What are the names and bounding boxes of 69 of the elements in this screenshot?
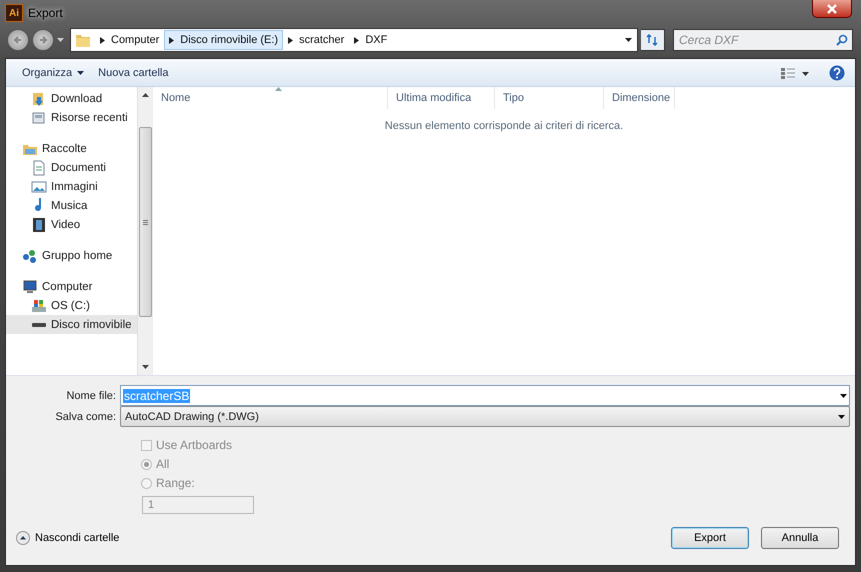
caret-icon bbox=[624, 38, 632, 42]
refresh-icon bbox=[646, 34, 660, 46]
homegroup-icon bbox=[22, 248, 38, 264]
field-label: Nome file: bbox=[65, 390, 116, 402]
sidebar-item[interactable]: Raccolte bbox=[6, 139, 137, 158]
search-field[interactable]: Cerca DXF bbox=[673, 29, 853, 51]
sidebar-item[interactable]: Video bbox=[6, 215, 137, 234]
chevron-icon bbox=[100, 36, 105, 44]
sidebar-item[interactable]: Disco rimovibile bbox=[6, 315, 137, 334]
empty-message: Nessun elemento corrisponde ai criteri di ricerca. bbox=[384, 120, 624, 132]
collapse-icon bbox=[16, 531, 30, 545]
app-icon: Ai bbox=[5, 4, 23, 22]
image-icon bbox=[31, 178, 47, 194]
caret-icon bbox=[838, 414, 845, 418]
recent-icon bbox=[31, 110, 47, 126]
column-header[interactable]: Tipo bbox=[495, 87, 604, 109]
column-header[interactable]: Dimensione bbox=[604, 87, 675, 109]
field-label: Salva come: bbox=[54, 410, 116, 422]
chevron-icon bbox=[169, 36, 174, 44]
breadcrumb-item[interactable]: Disco rimovibile (E:) bbox=[164, 30, 284, 50]
sidebar-item[interactable]: Computer bbox=[6, 277, 137, 296]
search-icon bbox=[836, 34, 848, 46]
caret-icon bbox=[77, 70, 84, 74]
music-icon bbox=[34, 198, 44, 213]
sidebar-item[interactable]: Musica bbox=[6, 196, 137, 215]
caret-icon bbox=[840, 394, 847, 398]
os-drive-icon bbox=[31, 298, 47, 314]
column-header[interactable]: Ultima modifica bbox=[388, 87, 495, 109]
sidebar-item[interactable]: Immagini bbox=[6, 177, 137, 196]
back-arrow-icon bbox=[13, 35, 23, 45]
forward-arrow-icon bbox=[38, 35, 48, 45]
removable-icon bbox=[31, 322, 47, 328]
radio-label: Range: bbox=[156, 476, 195, 490]
save-as-dropdown[interactable]: AutoCAD Drawing (*.DWG) bbox=[120, 406, 850, 427]
forward-button[interactable] bbox=[32, 29, 54, 51]
dialog-button[interactable]: Export bbox=[671, 527, 749, 549]
view-menu-icon[interactable] bbox=[781, 66, 809, 78]
sidebar-item[interactable]: Risorse recenti bbox=[6, 108, 137, 127]
close-button[interactable] bbox=[812, 0, 852, 18]
scrollbar[interactable] bbox=[137, 87, 152, 375]
address-bar[interactable]: Computer Disco rimovibile (E:) scratcher DXF bbox=[70, 28, 638, 52]
grip-icon bbox=[142, 220, 148, 224]
help-icon[interactable] bbox=[829, 64, 845, 80]
toolbar-button[interactable]: Nuova cartella bbox=[98, 64, 168, 80]
caret-icon bbox=[142, 93, 148, 97]
dialog-button[interactable]: Annulla bbox=[761, 527, 839, 549]
document-icon bbox=[31, 160, 47, 176]
folder-icon bbox=[75, 32, 91, 48]
hide-folders-button[interactable]: Nascondi cartelle bbox=[16, 531, 120, 545]
toolbar-button[interactable]: Organizza bbox=[22, 64, 84, 80]
sidebar-item[interactable]: Download bbox=[6, 89, 137, 108]
checkbox-label: Use Artboards bbox=[156, 438, 232, 452]
sidebar-item[interactable]: Gruppo home bbox=[6, 246, 137, 265]
video-icon bbox=[31, 216, 47, 232]
chevron-icon bbox=[288, 36, 294, 44]
sidebar-item[interactable]: OS (C:) bbox=[6, 296, 137, 315]
sidebar-item[interactable]: Documenti bbox=[6, 158, 137, 177]
caret-icon bbox=[57, 38, 64, 42]
computer-icon bbox=[22, 278, 38, 294]
breadcrumb-item[interactable]: Computer bbox=[95, 30, 164, 50]
window-title: Export bbox=[28, 6, 63, 20]
chevron-icon bbox=[354, 36, 360, 44]
breadcrumb-item[interactable]: scratcher bbox=[283, 30, 350, 50]
back-button[interactable] bbox=[7, 29, 29, 51]
caret-icon bbox=[142, 365, 148, 369]
radio-label: All bbox=[156, 457, 170, 471]
refresh-button[interactable] bbox=[641, 29, 665, 51]
close-icon bbox=[826, 4, 838, 14]
breadcrumb-item[interactable]: DXF bbox=[349, 30, 392, 50]
